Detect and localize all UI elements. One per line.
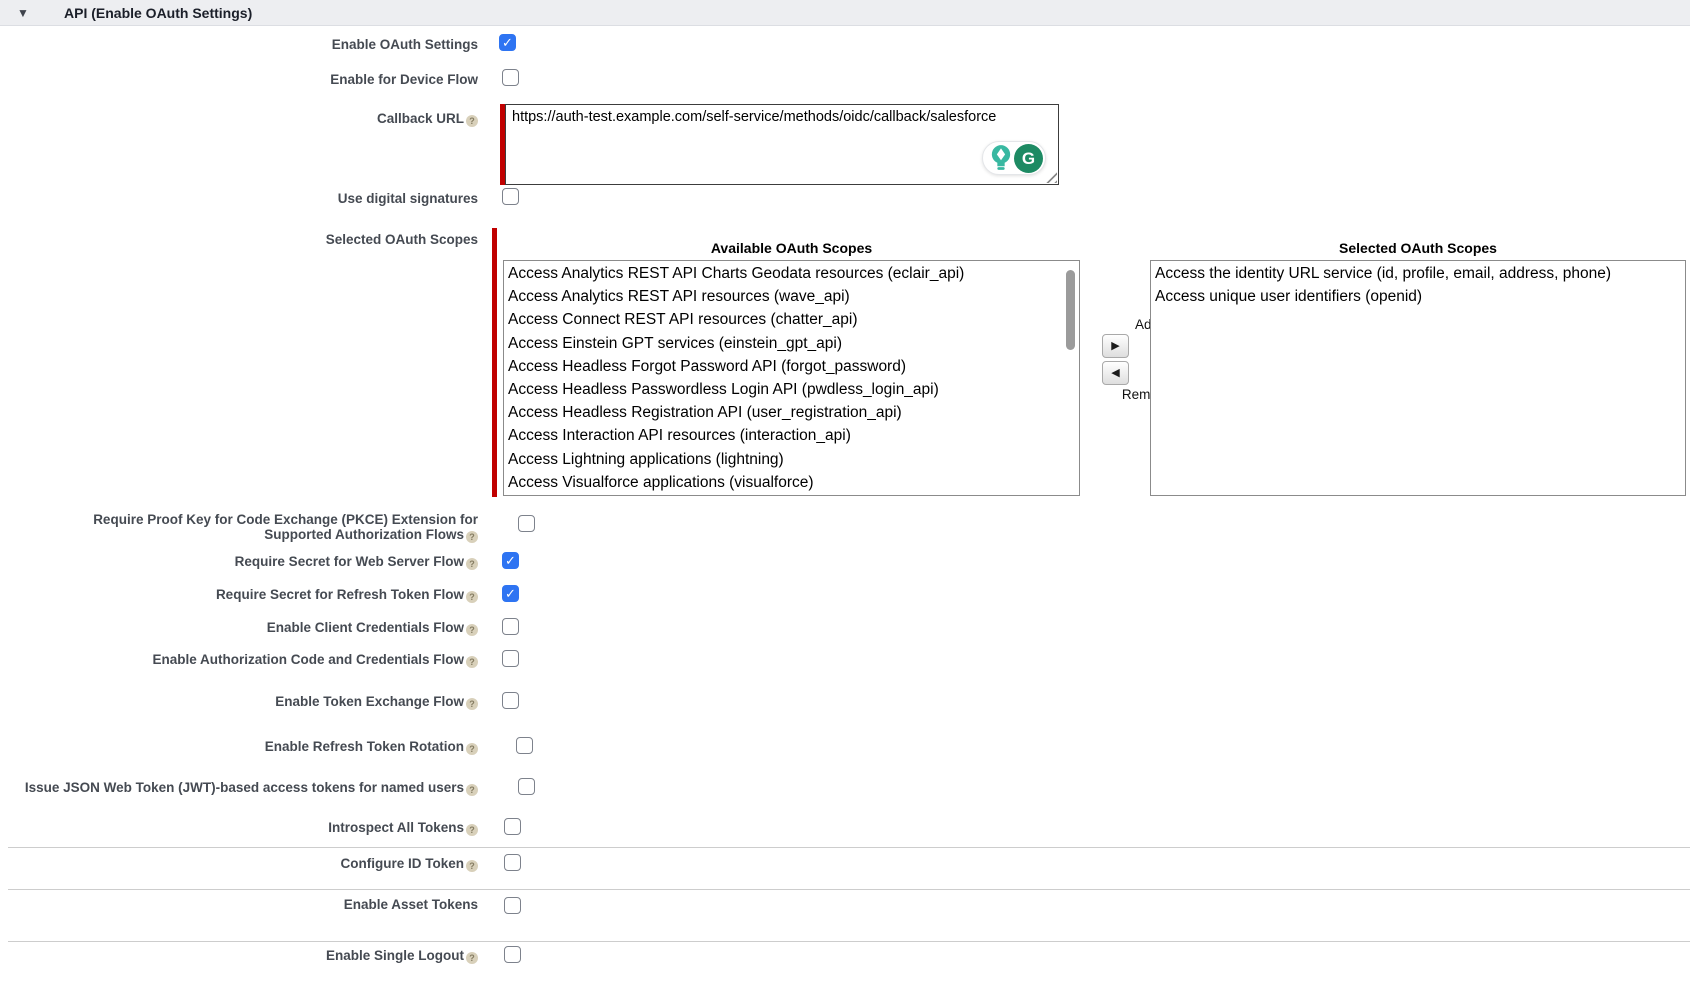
- field-label: Enable OAuth Settings: [0, 37, 478, 52]
- available-scopes-header: Available OAuth Scopes: [503, 240, 1080, 256]
- field-label: Selected OAuth Scopes: [0, 232, 478, 247]
- selected-scopes-column: Selected OAuth Scopes Access the identit…: [1150, 228, 1686, 498]
- left-arrow-icon: ◀: [1111, 367, 1119, 379]
- field-label: Enable Client Credentials Flow?: [0, 620, 478, 636]
- help-icon[interactable]: ?: [466, 624, 478, 636]
- scope-option[interactable]: Access Lightning applications (lightning…: [504, 448, 1079, 471]
- field-label: Enable Authorization Code and Credential…: [0, 652, 478, 668]
- scope-option[interactable]: Access Analytics REST API Charts Geodata…: [504, 262, 1079, 285]
- required-field-bar: [492, 228, 497, 497]
- field-label: Callback URL?: [0, 111, 478, 127]
- require-secret-refresh-token-flow-checkbox[interactable]: [502, 585, 519, 602]
- scope-option[interactable]: Access Interaction API resources (intera…: [504, 424, 1079, 447]
- scrollbar-thumb[interactable]: [1066, 270, 1075, 350]
- available-scopes-listbox[interactable]: Access Analytics REST API Charts Geodata…: [503, 260, 1080, 496]
- enable-auth-code-credentials-flow-checkbox[interactable]: [502, 650, 519, 667]
- grammarly-widget[interactable]: G: [982, 141, 1046, 175]
- scope-option[interactable]: Access Einstein GPT services (einstein_g…: [504, 332, 1079, 355]
- callback-url-field-wrap: https://auth-test.example.com/self-servi…: [505, 104, 1059, 185]
- selected-scopes-listbox[interactable]: Access the identity URL service (id, pro…: [1150, 260, 1686, 496]
- help-icon[interactable]: ?: [466, 656, 478, 668]
- help-icon[interactable]: ?: [466, 743, 478, 755]
- field-label: Enable Refresh Token Rotation?: [0, 739, 478, 755]
- collapse-arrow-icon[interactable]: ▼: [17, 0, 29, 26]
- right-arrow-icon: ▶: [1111, 340, 1119, 352]
- available-scopes-column: Available OAuth Scopes Access Analytics …: [503, 228, 1080, 498]
- enable-token-exchange-flow-checkbox[interactable]: [502, 692, 519, 709]
- scope-option[interactable]: Access the identity URL service (id, pro…: [1151, 262, 1685, 285]
- scope-option[interactable]: Access Visualforce applications (visualf…: [504, 471, 1079, 494]
- section-title: API (Enable OAuth Settings): [64, 0, 252, 26]
- pkce-checkbox[interactable]: [518, 515, 535, 532]
- field-label: Require Secret for Refresh Token Flow?: [0, 587, 478, 603]
- issue-jwt-named-users-checkbox[interactable]: [518, 778, 535, 795]
- divider: [8, 847, 1690, 848]
- help-icon[interactable]: ?: [466, 558, 478, 570]
- divider: [8, 941, 1690, 942]
- section-header: ▼ API (Enable OAuth Settings): [0, 0, 1690, 26]
- field-label: Use digital signatures: [0, 191, 478, 206]
- configure-id-token-checkbox[interactable]: [504, 854, 521, 871]
- introspect-all-tokens-checkbox[interactable]: [504, 818, 521, 835]
- help-icon[interactable]: ?: [466, 784, 478, 796]
- use-digital-signatures-checkbox[interactable]: [502, 188, 519, 205]
- remove-scope-button[interactable]: ◀: [1102, 361, 1129, 385]
- help-icon[interactable]: ?: [466, 952, 478, 964]
- help-icon[interactable]: ?: [466, 115, 478, 127]
- divider: [8, 889, 1690, 890]
- help-icon[interactable]: ?: [466, 860, 478, 872]
- scope-option[interactable]: Access Connect REST API resources (chatt…: [504, 308, 1079, 331]
- field-label: Require Secret for Web Server Flow?: [0, 554, 478, 570]
- help-icon[interactable]: ?: [466, 591, 478, 603]
- field-label: Introspect All Tokens?: [0, 820, 478, 836]
- enable-for-device-flow-checkbox[interactable]: [502, 69, 519, 86]
- scope-option[interactable]: Access unique user identifiers (openid): [1151, 285, 1685, 308]
- help-icon[interactable]: ?: [466, 698, 478, 710]
- scope-option[interactable]: Access Headless Forgot Password API (for…: [504, 355, 1079, 378]
- field-label: Enable for Device Flow: [0, 72, 478, 87]
- scope-option[interactable]: Access Headless Passwordless Login API (…: [504, 378, 1079, 401]
- help-icon[interactable]: ?: [466, 824, 478, 836]
- field-label: Enable Token Exchange Flow?: [0, 694, 478, 710]
- field-label: Configure ID Token?: [0, 856, 478, 872]
- add-scope-button[interactable]: ▶: [1102, 334, 1129, 358]
- selected-scopes-header: Selected OAuth Scopes: [1150, 240, 1686, 256]
- enable-asset-tokens-checkbox[interactable]: [504, 897, 521, 914]
- field-label: Enable Asset Tokens: [0, 897, 478, 912]
- enable-single-logout-checkbox[interactable]: [504, 946, 521, 963]
- require-secret-web-server-flow-checkbox[interactable]: [502, 552, 519, 569]
- field-label: Issue JSON Web Token (JWT)-based access …: [0, 780, 478, 796]
- callback-url-textarea[interactable]: https://auth-test.example.com/self-servi…: [505, 104, 1059, 185]
- enable-client-credentials-flow-checkbox[interactable]: [502, 618, 519, 635]
- field-label: Require Proof Key for Code Exchange (PKC…: [66, 512, 478, 543]
- grammarly-g-icon: G: [1014, 144, 1043, 173]
- scope-option[interactable]: Access Analytics REST API resources (wav…: [504, 285, 1079, 308]
- enable-refresh-token-rotation-checkbox[interactable]: [516, 737, 533, 754]
- enable-oauth-settings-checkbox[interactable]: [499, 34, 516, 51]
- lightbulb-icon: [990, 144, 1012, 172]
- scope-option[interactable]: Access Headless Registration API (user_r…: [504, 401, 1079, 424]
- field-label: Enable Single Logout?: [0, 948, 478, 964]
- help-icon[interactable]: ?: [466, 531, 478, 543]
